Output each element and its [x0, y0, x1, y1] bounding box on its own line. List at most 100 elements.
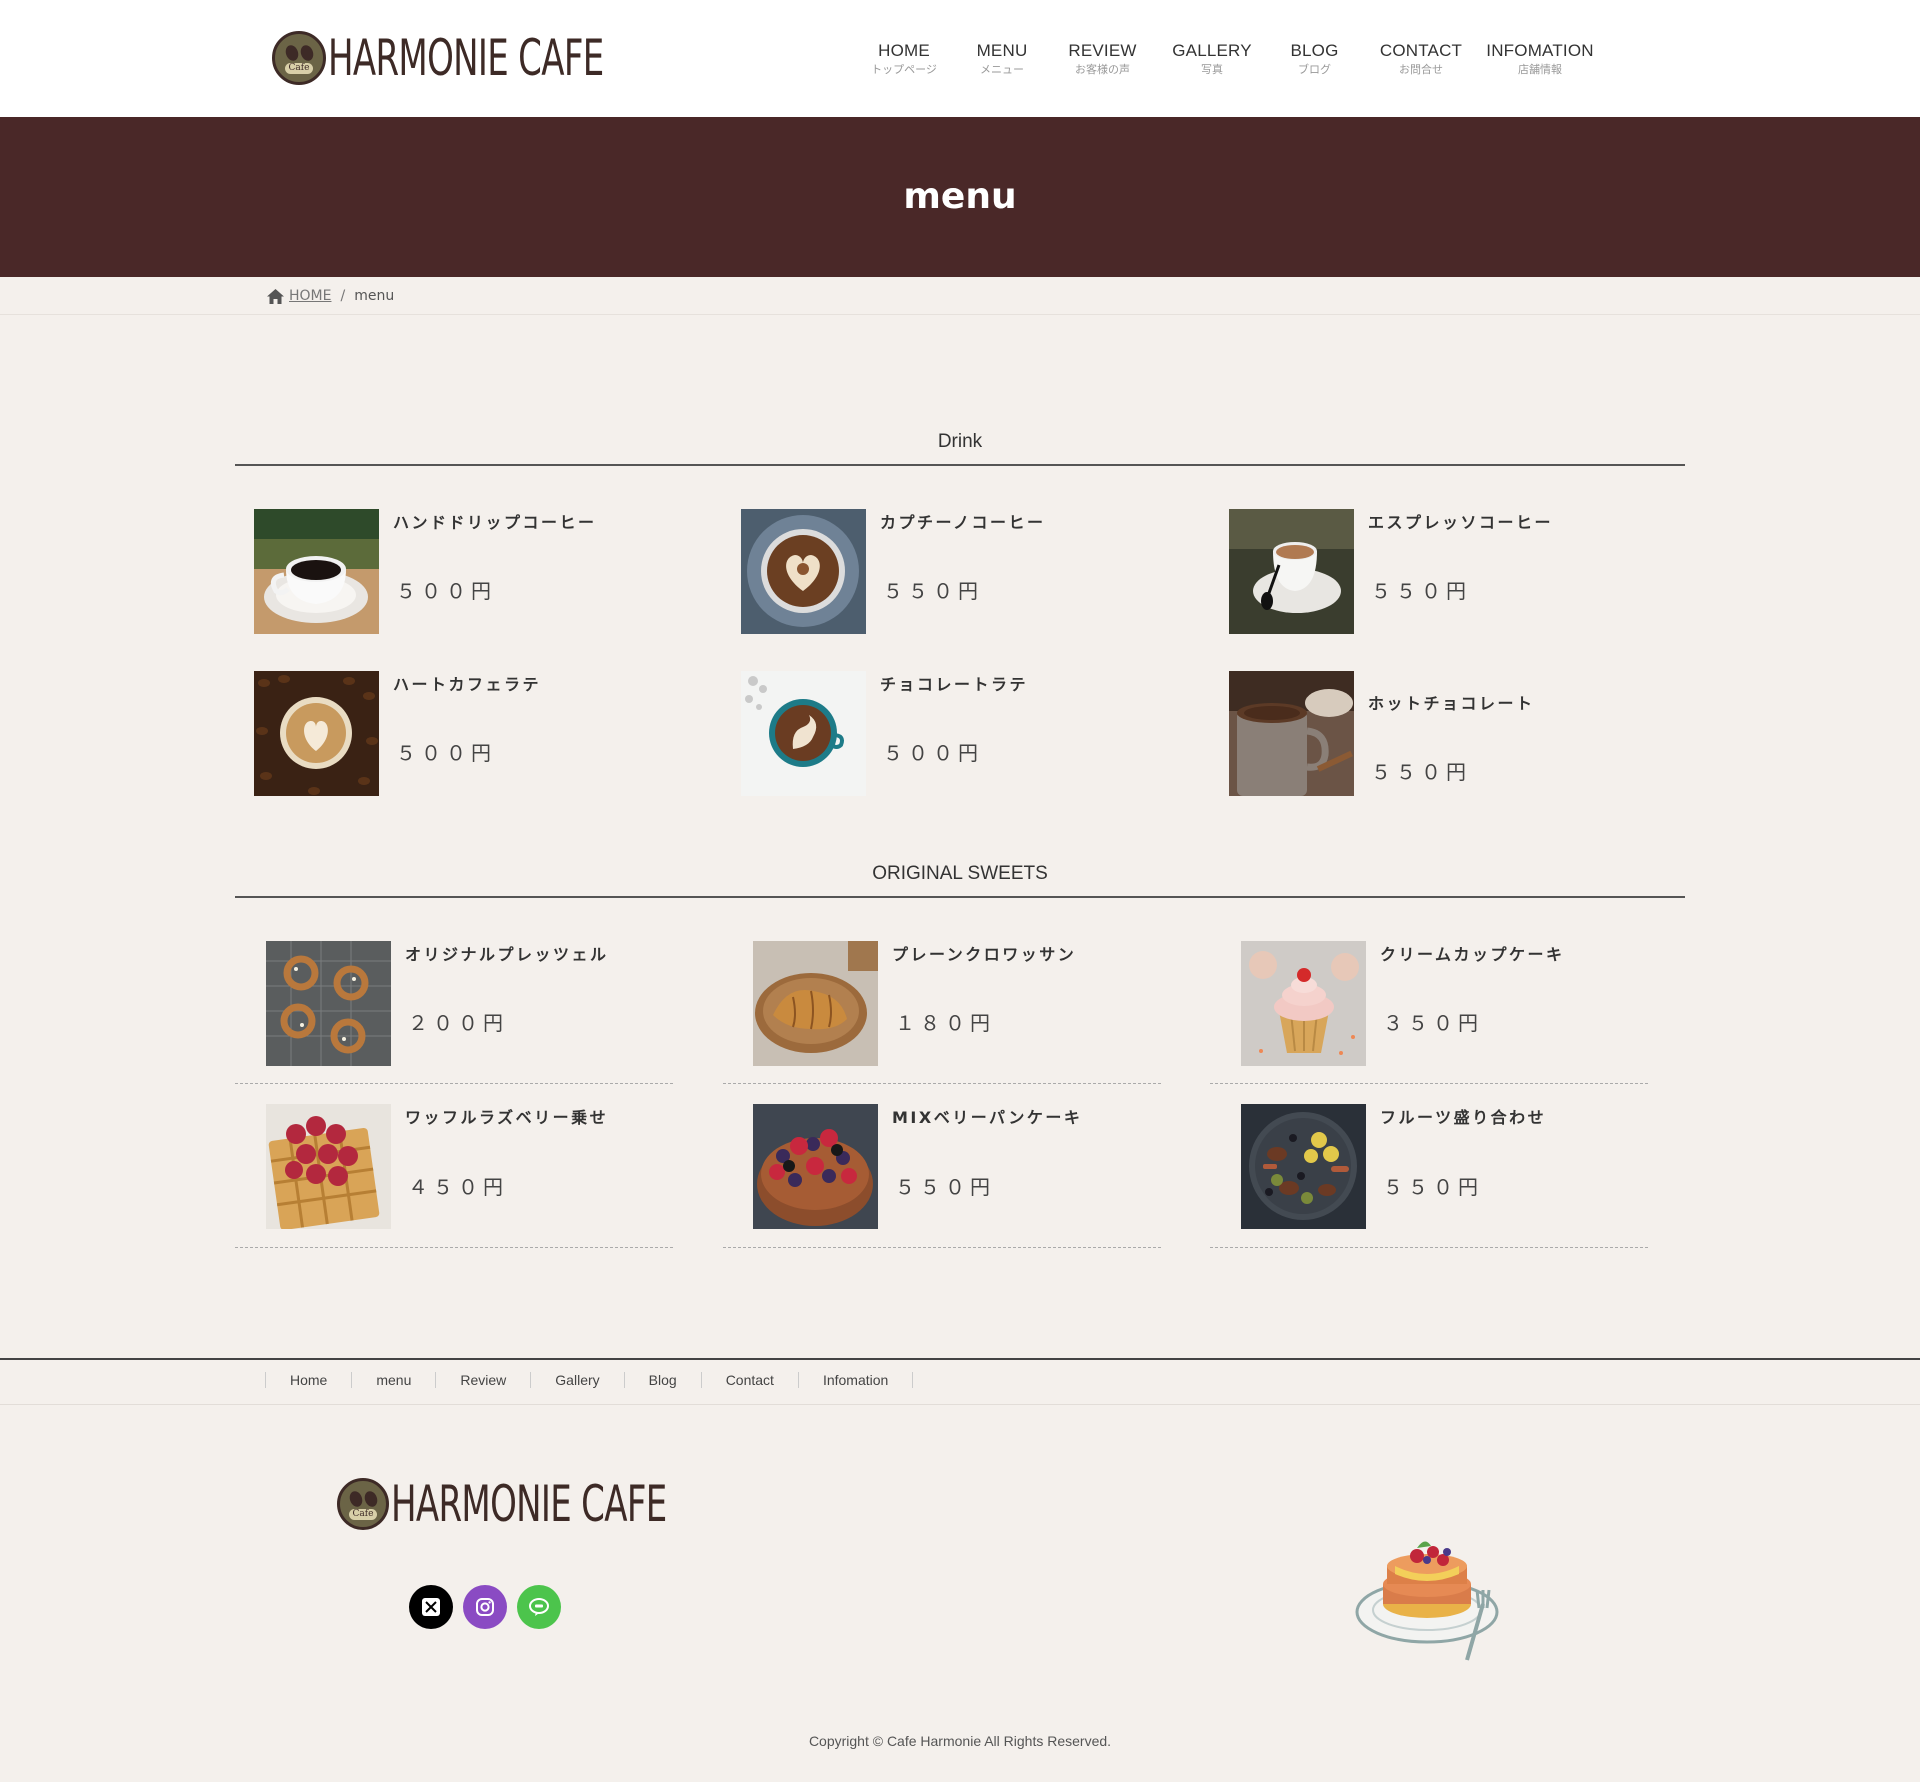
- logo-text: HARMONIE CAFE: [328, 29, 604, 87]
- footer-nav-home[interactable]: Home: [265, 1372, 351, 1388]
- nav-item-label: HOME: [878, 41, 930, 60]
- footer-nav: Home menu Review Gallery Blog Contact Infomati…: [0, 1359, 1920, 1405]
- menu-item-price: ５００円: [883, 741, 983, 765]
- item-divider: [723, 1247, 1161, 1248]
- x-icon[interactable]: [409, 1585, 453, 1629]
- nav-item-menu[interactable]: MENU メニュー: [948, 40, 1056, 84]
- menu-item-price: ５００円: [396, 741, 496, 765]
- logo-badge-icon: Cafe: [337, 1478, 389, 1530]
- line-icon[interactable]: [517, 1585, 561, 1629]
- footer-nav-review[interactable]: Review: [435, 1372, 530, 1388]
- menu-item-name: プレーンクロワッサン: [892, 945, 1077, 964]
- footer-logo[interactable]: Cafe HARMONIE CAFE: [337, 1475, 796, 1533]
- pancake-illustration-icon: [1355, 1541, 1499, 1661]
- menu-item-name: エスプレッソコーヒー: [1368, 513, 1554, 532]
- breadcrumb-current: menu: [354, 288, 395, 304]
- menu-item[interactable]: フルーツ盛り合わせ ５５０円: [1241, 1104, 1681, 1254]
- menu-item-price: ２００円: [408, 1011, 508, 1035]
- item-divider: [1210, 1083, 1648, 1084]
- drink-section-title: Drink: [937, 431, 983, 452]
- menu-item[interactable]: ハンドドリップコーヒー ５００円: [254, 509, 694, 659]
- menu-item-name: オリジナルプレッツェル: [405, 945, 609, 964]
- menu-item-price: ５００円: [396, 579, 496, 603]
- nav-item-infomation[interactable]: INFOMATION 店舗情報: [1486, 40, 1594, 84]
- site-logo[interactable]: Cafe HARMONIE CAFE: [272, 28, 733, 88]
- sweets-section-title: ORIGINAL SWEETS: [872, 863, 1048, 884]
- nav-item-sublabel: トップページ: [871, 63, 937, 76]
- nav-item-contact[interactable]: CONTACT お問合せ: [1354, 40, 1488, 84]
- logo-badge-text: Cafe: [348, 1508, 378, 1520]
- nav-item-sublabel: お客様の声: [1075, 63, 1130, 76]
- item-divider: [235, 1247, 673, 1248]
- nav-item-label: CONTACT: [1379, 41, 1463, 60]
- footer-nav-gallery[interactable]: Gallery: [530, 1372, 623, 1388]
- cappuccino-heart-image: [741, 509, 866, 634]
- menu-item[interactable]: ワッフルラズベリー乗せ ４５０円: [266, 1104, 706, 1254]
- item-divider: [235, 1083, 673, 1084]
- menu-item-price: １８０円: [895, 1011, 995, 1035]
- nav-item-label: MENU: [976, 41, 1028, 60]
- menu-item[interactable]: クリームカップケーキ ３５０円: [1241, 941, 1681, 1091]
- nav-item-sublabel: メニュー: [980, 63, 1024, 76]
- chocolate-latte-image: [741, 671, 866, 796]
- nav-item-label: REVIEW: [1068, 41, 1137, 60]
- menu-item-name: クリームカップケーキ: [1380, 945, 1565, 964]
- fruit-platter-image: [1241, 1104, 1366, 1229]
- menu-item[interactable]: プレーンクロワッサン １８０円: [753, 941, 1193, 1091]
- menu-item[interactable]: エスプレッソコーヒー ５５０円: [1229, 509, 1669, 659]
- footer-nav-contact[interactable]: Contact: [700, 1372, 798, 1388]
- nav-item-label: BLOG: [1290, 41, 1339, 60]
- menu-item-name: ワッフルラズベリー乗せ: [405, 1108, 609, 1127]
- nav-item-home[interactable]: HOME トップページ: [860, 40, 948, 84]
- nav-item-label: INFOMATION: [1486, 41, 1594, 60]
- nav-item-review[interactable]: REVIEW お客様の声: [1056, 40, 1149, 84]
- drink-section-divider: [235, 464, 1685, 466]
- menu-item-name: ハンドドリップコーヒー: [393, 513, 597, 532]
- nav-item-blog[interactable]: BLOG ブログ: [1275, 40, 1354, 84]
- menu-item-name: チョコレートラテ: [880, 675, 1029, 694]
- menu-item[interactable]: カプチーノコーヒー ５５０円: [741, 509, 1181, 659]
- menu-item-price: ５５０円: [1371, 579, 1471, 603]
- menu-item[interactable]: オリジナルプレッツェル ２００円: [266, 941, 706, 1091]
- page-title-band: menu: [0, 117, 1920, 277]
- berry-pancake-image: [753, 1104, 878, 1229]
- page-title: menu: [903, 175, 1017, 217]
- sweets-section-divider: [235, 896, 1685, 898]
- menu-item-name: ハートカフェラテ: [393, 675, 542, 694]
- latte-on-beans-image: [254, 671, 379, 796]
- menu-item-price: ４５０円: [408, 1175, 508, 1199]
- social-links: [409, 1585, 561, 1629]
- menu-item-name: カプチーノコーヒー: [880, 513, 1046, 532]
- pretzels-image: [266, 941, 391, 1066]
- item-divider: [1210, 1247, 1648, 1248]
- nav-item-sublabel: 写真: [1201, 63, 1223, 76]
- nav-item-sublabel: ブログ: [1298, 63, 1331, 76]
- menu-item-price: ３５０円: [1383, 1011, 1483, 1035]
- instagram-icon[interactable]: [463, 1585, 507, 1629]
- nav-item-sublabel: 店舗情報: [1518, 63, 1562, 76]
- menu-item-price: ５５０円: [883, 579, 983, 603]
- logo-text: HARMONIE CAFE: [391, 1475, 667, 1533]
- hot-chocolate-mug-image: [1229, 671, 1354, 796]
- menu-item[interactable]: ハートカフェラテ ５００円: [254, 671, 694, 821]
- copyright: Copyright © Cafe Harmonie All Rights Res…: [808, 1733, 1112, 1749]
- menu-item-name: フルーツ盛り合わせ: [1380, 1108, 1547, 1127]
- footer-nav-infomation[interactable]: Infomation: [797, 1372, 914, 1388]
- waffle-raspberry-image: [266, 1104, 391, 1229]
- menu-item[interactable]: ホットチョコレート ５５０円: [1229, 671, 1669, 821]
- menu-item[interactable]: チョコレートラテ ５００円: [741, 671, 1181, 821]
- home-icon: [267, 288, 284, 304]
- menu-item-name: MIXベリーパンケーキ: [892, 1108, 1083, 1127]
- black-coffee-cup-image: [254, 509, 379, 634]
- logo-badge-icon: Cafe: [272, 31, 326, 85]
- menu-item-price: ５５０円: [1383, 1175, 1483, 1199]
- breadcrumb: HOME / menu: [0, 277, 1920, 315]
- main-nav: HOME トップページ MENU メニュー REVIEW お客様の声 GALLERY 写真 BL…: [860, 40, 1594, 84]
- espresso-cup-image: [1229, 509, 1354, 634]
- menu-item[interactable]: MIXベリーパンケーキ ５５０円: [753, 1104, 1193, 1254]
- logo-badge-text: Cafe: [284, 62, 314, 74]
- footer-nav-menu[interactable]: menu: [351, 1372, 435, 1388]
- footer-nav-blog[interactable]: Blog: [623, 1372, 701, 1388]
- breadcrumb-home-link[interactable]: HOME: [289, 288, 331, 304]
- nav-item-gallery[interactable]: GALLERY 写真: [1149, 40, 1275, 84]
